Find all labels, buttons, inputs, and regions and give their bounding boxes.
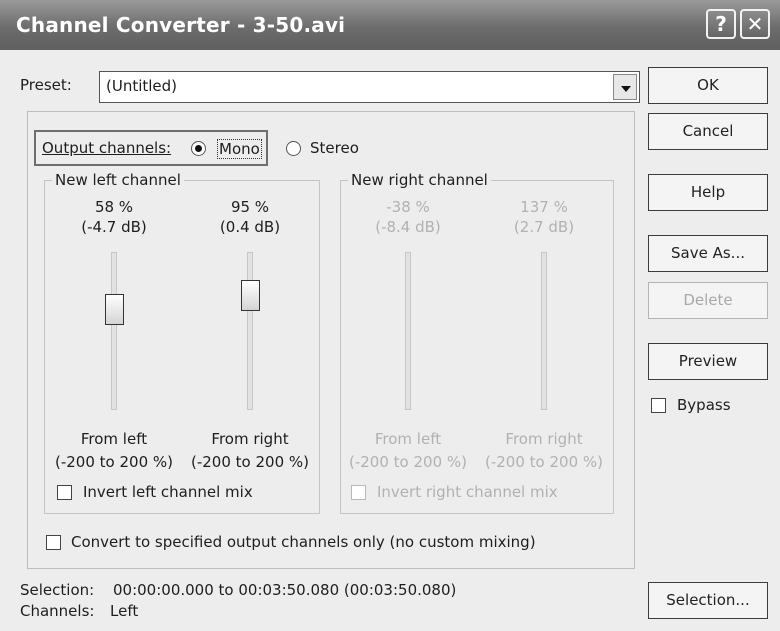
channels-status-value: Left <box>110 602 139 620</box>
help-button[interactable]: Help <box>648 174 768 211</box>
left-from-right-slider-thumb[interactable] <box>241 280 260 311</box>
left-from-right-range: (-200 to 200 %) <box>191 453 309 471</box>
left-from-left-range: (-200 to 200 %) <box>55 453 173 471</box>
output-channels-label: Output channels: <box>42 139 171 157</box>
bypass-checkbox[interactable] <box>651 398 666 413</box>
right-from-left-db: (-8.4 dB) <box>375 218 441 236</box>
channel-converter-dialog: Channel Converter - 3-50.avi ? ✕ Preset:… <box>0 0 780 631</box>
ok-button[interactable]: OK <box>648 67 768 104</box>
right-from-left-slider-track <box>405 252 411 410</box>
help-icon[interactable]: ? <box>706 9 736 39</box>
right-from-right-label: From right <box>505 430 583 448</box>
channels-status-label: Channels: <box>20 602 95 620</box>
bypass-label[interactable]: Bypass <box>677 396 731 414</box>
stereo-radio[interactable] <box>286 141 301 156</box>
window-title: Channel Converter - 3-50.avi <box>16 13 346 37</box>
output-channels-text: Output channels: <box>42 139 172 157</box>
left-from-left-slider-thumb[interactable] <box>105 294 124 325</box>
left-from-left-percent: 58 % <box>94 198 134 216</box>
right-from-right-range: (-200 to 200 %) <box>485 453 603 471</box>
invert-left-label[interactable]: Invert left channel mix <box>83 483 253 501</box>
left-from-right-db: (0.4 dB) <box>219 218 281 236</box>
right-from-right-percent: 137 % <box>520 198 568 216</box>
convert-only-checkbox[interactable] <box>46 535 61 550</box>
selection-status-label: Selection: <box>20 581 95 599</box>
right-from-left-label: From left <box>374 430 442 448</box>
preset-combobox[interactable]: (Untitled) <box>99 71 640 103</box>
new-left-channel-title: New left channel <box>52 171 184 189</box>
stereo-label[interactable]: Stereo <box>310 139 359 157</box>
delete-button: Delete <box>648 282 768 319</box>
close-icon[interactable]: ✕ <box>740 9 770 39</box>
left-from-left-db: (-4.7 dB) <box>81 218 147 236</box>
right-from-left-percent: -38 % <box>386 198 430 216</box>
left-from-left-label: From left <box>80 430 148 448</box>
left-from-right-label: From right <box>211 430 289 448</box>
new-right-channel-title: New right channel <box>348 171 491 189</box>
cancel-button[interactable]: Cancel <box>648 113 768 150</box>
invert-right-label: Invert right channel mix <box>377 483 558 501</box>
preview-button[interactable]: Preview <box>648 343 768 380</box>
invert-left-checkbox[interactable] <box>57 485 72 500</box>
save-as-button[interactable]: Save As... <box>648 235 768 272</box>
selection-status-value: 00:00:00.000 to 00:03:50.080 (00:03:50.0… <box>113 581 457 599</box>
left-from-right-slider-track[interactable] <box>247 252 253 410</box>
preset-label: Preset: <box>20 76 72 94</box>
right-from-left-range: (-200 to 200 %) <box>349 453 467 471</box>
mono-label[interactable]: Mono <box>217 139 262 159</box>
preset-value: (Untitled) <box>106 77 178 95</box>
invert-right-checkbox <box>351 485 366 500</box>
right-from-right-slider-track <box>541 252 547 410</box>
mono-radio[interactable] <box>191 141 206 156</box>
right-from-right-db: (2.7 dB) <box>513 218 575 236</box>
title-bar: Channel Converter - 3-50.avi ? ✕ <box>0 0 780 50</box>
left-from-right-percent: 95 % <box>230 198 270 216</box>
chevron-down-icon[interactable] <box>613 74 637 100</box>
convert-only-label[interactable]: Convert to specified output channels onl… <box>71 533 536 551</box>
left-from-left-slider-track[interactable] <box>111 252 117 410</box>
selection-button[interactable]: Selection... <box>648 582 768 619</box>
